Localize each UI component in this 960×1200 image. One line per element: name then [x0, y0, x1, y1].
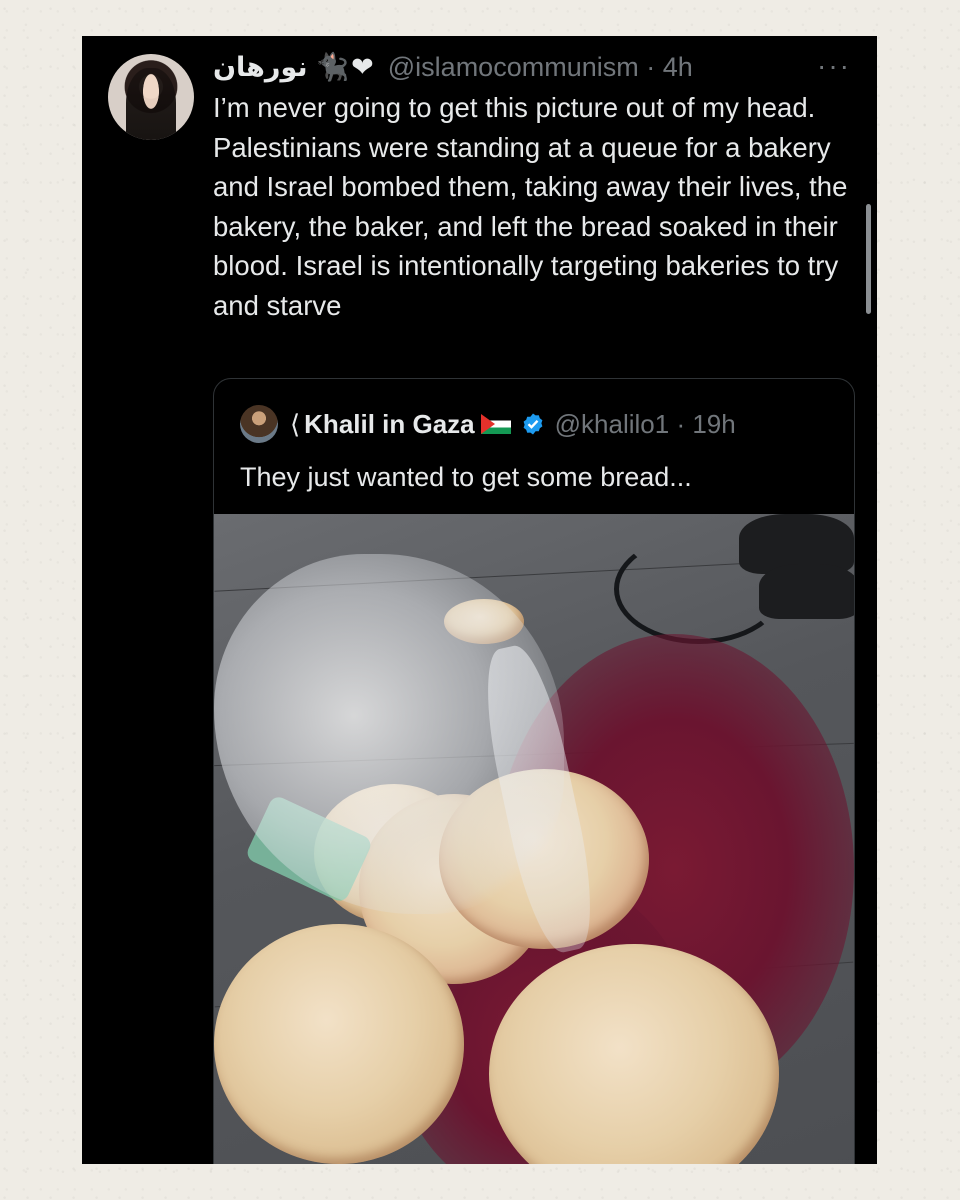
quoted-author-handle-and-time[interactable]: @khalilo1 · 19h [555, 409, 736, 440]
tweet-header: نورهان 🐈‍⬛❤ @islamocommunism · 4h [213, 50, 693, 84]
quoted-author-name[interactable]: ⟨ Khalil in Gaza [290, 409, 475, 440]
quoted-name-prefix: ⟨ [290, 408, 301, 439]
tweet-card[interactable]: نورهان 🐈‍⬛❤ @islamocommunism · 4h ··· I’… [82, 36, 877, 1164]
quoted-tweet[interactable]: ⟨ Khalil in Gaza @khalilo1 · 19h They jus… [213, 378, 855, 1164]
scrollbar[interactable] [866, 204, 871, 314]
quoted-author-avatar[interactable] [240, 405, 278, 443]
palestine-flag-icon [480, 414, 511, 434]
author-display-name[interactable]: نورهان [213, 52, 308, 83]
shoe [759, 564, 854, 619]
author-avatar[interactable] [108, 54, 194, 140]
quoted-tweet-text: They just wanted to get some bread... [240, 462, 692, 492]
bread-loaf [214, 924, 464, 1164]
quoted-tweet-header: ⟨ Khalil in Gaza @khalilo1 · 19h [240, 405, 736, 443]
author-handle-and-time[interactable]: @islamocommunism · 4h [388, 52, 693, 83]
verified-badge-icon [521, 412, 545, 436]
name-emoji-text: 🐈‍⬛❤ [315, 52, 376, 82]
quoted-display-name: Khalil in Gaza [304, 408, 475, 439]
more-options-icon[interactable]: ··· [817, 50, 851, 82]
tweet-text: I’m never going to get this picture out … [213, 92, 848, 321]
name-emojis: 🐈‍⬛❤ [316, 51, 376, 83]
bread-photo[interactable] [214, 514, 854, 1164]
